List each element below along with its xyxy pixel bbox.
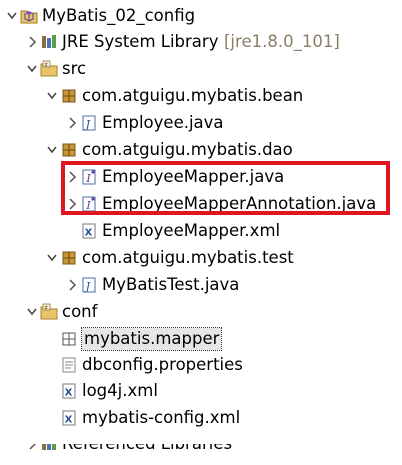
tree-item-label: EmployeeMapper.xml (102, 221, 281, 240)
xml-file-icon: X (80, 222, 98, 240)
tree-item-label: mybatis.mapper (80, 327, 223, 351)
empty-package-icon (60, 330, 78, 348)
xml-file-icon: X (60, 382, 78, 400)
tree-item-mapper_xml[interactable]: X EmployeeMapper.xml (0, 219, 402, 243)
clip-edge (0, 436, 402, 444)
source-folder-icon: # (40, 303, 58, 321)
tree-item-conf[interactable]: # conf (0, 300, 402, 324)
package-explorer-tree: MyBatis_02_config JRE System Library [jre1… (0, 0, 402, 453)
tree-item-label: com.atguigu.mybatis.bean (82, 86, 304, 105)
tree-item-proj[interactable]: MyBatis_02_config (0, 4, 402, 28)
properties-file-icon (60, 356, 78, 374)
svg-text:X: X (85, 228, 93, 239)
tree-item-label: mybatis-config.xml (82, 408, 241, 427)
collapse-arrow-icon[interactable] (66, 111, 78, 135)
svg-text:#: # (44, 306, 48, 312)
svg-text:X: X (65, 415, 73, 426)
svg-text:J: J (84, 280, 91, 293)
package-icon (60, 87, 78, 105)
tree-item-jre[interactable]: JRE System Library [jre1.8.0_101] (0, 30, 402, 54)
svg-text:X: X (65, 388, 73, 399)
expand-arrow-icon[interactable] (46, 138, 58, 162)
tree-item-mybatis_config[interactable]: Xmybatis-config.xml (0, 406, 402, 430)
xml-file-icon: X (60, 409, 78, 427)
collapse-arrow-icon[interactable] (66, 273, 78, 297)
tree-item-decoration: [jre1.8.0_101] (224, 32, 340, 51)
tree-item-label: conf (62, 302, 98, 321)
tree-item-dbconfig[interactable]: dbconfig.properties (0, 353, 402, 377)
highlight-box (61, 161, 390, 215)
expand-arrow-icon[interactable] (6, 4, 18, 28)
project-icon (20, 7, 38, 25)
tree-item-label: Employee.java (102, 113, 224, 132)
tree-item-log4j[interactable]: Xlog4j.xml (0, 379, 402, 403)
svg-text:#: # (44, 63, 48, 69)
tree-item-label: dbconfig.properties (82, 355, 243, 374)
tree-item-label: com.atguigu.mybatis.test (82, 248, 294, 267)
expand-arrow-icon[interactable] (46, 84, 58, 108)
package-icon (60, 141, 78, 159)
expand-arrow-icon[interactable] (46, 246, 58, 270)
package-icon (60, 249, 78, 267)
collapse-arrow-icon[interactable] (26, 30, 38, 54)
expand-arrow-icon[interactable] (26, 57, 38, 81)
tree-item-src[interactable]: # src (0, 57, 402, 81)
tree-item-employee[interactable]: J Employee.java (0, 111, 402, 135)
java-file-icon: J (80, 114, 98, 132)
tree-item-pkg_dao[interactable]: com.atguigu.mybatis.dao (0, 138, 402, 162)
expand-arrow-icon[interactable] (26, 300, 38, 324)
library-icon (40, 33, 58, 51)
source-folder-icon: # (40, 60, 58, 78)
svg-text:J: J (84, 118, 91, 131)
tree-item-label: com.atguigu.mybatis.dao (82, 140, 293, 159)
tree-item-mapper_pkg[interactable]: mybatis.mapper (0, 327, 402, 351)
tree-item-pkg_bean[interactable]: com.atguigu.mybatis.bean (0, 84, 402, 108)
tree-item-label: MyBatis_02_config (42, 6, 196, 25)
tree-item-label: MyBatisTest.java (102, 275, 240, 294)
tree-item-test[interactable]: J MyBatisTest.java (0, 273, 402, 297)
tree-item-label: src (62, 59, 87, 78)
tree-item-pkg_test[interactable]: com.atguigu.mybatis.test (0, 246, 402, 270)
java-file-icon: J (80, 276, 98, 294)
tree-item-label: log4j.xml (82, 381, 158, 400)
tree-item-label: JRE System Library (62, 32, 219, 51)
